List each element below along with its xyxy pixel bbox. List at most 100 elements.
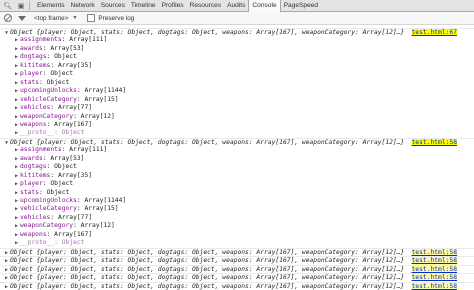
tab-audits[interactable]: Audits xyxy=(224,0,248,12)
property-colon: : xyxy=(38,78,47,86)
property-value: Array[35] xyxy=(57,171,93,179)
property-value: Array[77] xyxy=(57,213,93,221)
object-property: ▶ weapons: Array[167] xyxy=(0,121,474,129)
property-value: Array[35] xyxy=(57,61,93,69)
tab-timeline[interactable]: Timeline xyxy=(128,0,159,12)
source-link[interactable]: test.html:58 xyxy=(411,138,457,147)
console-message[interactable]: ▼ Object {player: Object, stats: Object, … xyxy=(0,28,474,37)
collapsed-triangle-icon[interactable]: ▶ xyxy=(13,146,20,154)
tab-network[interactable]: Network xyxy=(68,0,98,12)
tab-console[interactable]: Console xyxy=(248,0,281,12)
collapsed-triangle-icon[interactable]: ▶ xyxy=(13,231,20,239)
collapsed-triangle-icon[interactable]: ▶ xyxy=(13,104,20,112)
property-value: Object xyxy=(50,180,74,188)
source-link[interactable]: test.html:58 xyxy=(411,257,457,265)
object-property: ▶ dogtags: Object xyxy=(0,53,474,61)
console-drawer-icon[interactable]: ▣ xyxy=(16,1,26,11)
object-property: ▶ player: Object xyxy=(0,180,474,188)
collapsed-triangle-icon[interactable]: ▶ xyxy=(3,257,10,264)
collapsed-triangle-icon[interactable]: ▶ xyxy=(13,180,20,188)
collapsed-triangle-icon[interactable]: ▶ xyxy=(3,249,10,256)
object-property: ▶ dogtags: Object xyxy=(0,163,474,171)
source-link[interactable]: test.html:58 xyxy=(411,282,457,290)
collapsed-triangle-icon[interactable]: ▶ xyxy=(13,36,20,44)
tab-pagespeed[interactable]: PageSpeed xyxy=(281,0,321,12)
tab-sources[interactable]: Sources xyxy=(98,0,128,12)
collapsed-triangle-icon[interactable]: ▶ xyxy=(13,155,20,163)
property-value: Array[12] xyxy=(80,222,115,230)
property-value: Array[12] xyxy=(80,112,115,120)
console-message[interactable]: ▶ Object {player: Object, stats: Object, … xyxy=(0,264,474,273)
property-key: awards xyxy=(20,154,43,162)
source-link[interactable]: test.html:58 xyxy=(411,274,457,282)
preserve-log-checkbox[interactable] xyxy=(87,14,96,22)
collapsed-triangle-icon[interactable]: ▶ xyxy=(13,96,20,104)
property-key: vehicleCategory xyxy=(20,205,77,213)
console-messages: ▼ Object {player: Object, stats: Object, … xyxy=(0,26,474,290)
collapsed-triangle-icon[interactable]: ▶ xyxy=(13,45,20,53)
source-link[interactable]: test.html:67 xyxy=(411,29,457,37)
tab-elements[interactable]: Elements xyxy=(34,0,68,12)
property-value: Array[167] xyxy=(54,230,93,238)
collapsed-triangle-icon[interactable]: ▶ xyxy=(13,53,20,61)
frame-selector[interactable]: <top frame> ▼ xyxy=(34,15,77,22)
collapsed-triangle-icon[interactable]: ▶ xyxy=(13,62,20,70)
toolbar-divider xyxy=(29,1,30,10)
collapsed-triangle-icon[interactable]: ▶ xyxy=(3,283,10,290)
property-key: weapons xyxy=(20,120,47,128)
collapsed-triangle-icon[interactable]: ▶ xyxy=(13,129,20,137)
source-link[interactable]: test.html:58 xyxy=(411,265,457,273)
collapsed-triangle-icon[interactable]: ▶ xyxy=(13,87,20,95)
proto-property: __proto__: Object xyxy=(20,239,85,247)
collapsed-triangle-icon[interactable]: ▶ xyxy=(13,70,20,78)
tab-resources[interactable]: Resources xyxy=(187,0,225,12)
console-message[interactable]: ▶ Object {player: Object, stats: Object, … xyxy=(0,281,474,290)
collapsed-triangle-icon[interactable]: ▶ xyxy=(13,172,20,180)
collapsed-triangle-icon[interactable]: ▶ xyxy=(13,222,20,230)
object-property: ▶ stats: Object xyxy=(0,79,474,87)
expanded-triangle-icon[interactable]: ▼ xyxy=(3,29,10,36)
object-summary: Object {player: Object, stats: Object, d… xyxy=(10,29,405,36)
property-key: kititems xyxy=(20,61,51,69)
collapsed-triangle-icon[interactable]: ▶ xyxy=(13,214,20,222)
property-colon: : xyxy=(46,163,55,171)
chevron-down-icon: ▼ xyxy=(72,15,78,21)
console-message[interactable]: ▶ Object {player: Object, stats: Object, … xyxy=(0,273,474,282)
console-message[interactable]: ▶ Object {player: Object, stats: Object, … xyxy=(0,256,474,265)
collapsed-triangle-icon[interactable]: ▶ xyxy=(13,79,20,87)
object-summary: Object {player: Object, stats: Object, d… xyxy=(10,248,405,256)
collapsed-triangle-icon[interactable]: ▶ xyxy=(13,205,20,213)
property-value: Array[15] xyxy=(84,205,119,213)
object-property: ▶ kititems: Array[35] xyxy=(0,172,474,180)
console-message[interactable]: ▼ Object {player: Object, stats: Object, … xyxy=(0,137,474,147)
object-property: ▶ vehicleCategory: Array[15] xyxy=(0,96,474,104)
collapsed-triangle-icon[interactable]: ▶ xyxy=(3,274,10,281)
property-value: Array[1144] xyxy=(84,87,127,95)
magnifier-icon[interactable]: 🔍︎ xyxy=(3,1,13,11)
property-value: Object xyxy=(46,78,70,86)
collapsed-triangle-icon[interactable]: ▶ xyxy=(13,121,20,129)
property-value: Object xyxy=(46,188,70,196)
collapsed-triangle-icon[interactable]: ▶ xyxy=(13,163,20,171)
collapsed-triangle-icon[interactable]: ▶ xyxy=(13,189,20,197)
expanded-triangle-icon[interactable]: ▼ xyxy=(3,139,10,146)
collapsed-triangle-icon[interactable]: ▶ xyxy=(13,113,20,121)
collapsed-triangle-icon[interactable]: ▶ xyxy=(3,266,10,273)
property-value: Array[77] xyxy=(57,104,93,112)
devtools-toolbar: 🔍︎ ▣ Elements Network Sources Timeline P… xyxy=(0,0,474,12)
object-property: ▶ weaponCategory: Array[12] xyxy=(0,222,474,230)
tab-profiles[interactable]: Profiles xyxy=(159,0,187,12)
property-colon: : xyxy=(50,61,58,69)
filter-icon[interactable] xyxy=(18,15,26,21)
clear-console-icon[interactable] xyxy=(4,14,12,22)
property-key: player xyxy=(20,180,43,188)
object-summary: Object {player: Object, stats: Object, d… xyxy=(10,138,405,146)
collapsed-triangle-icon[interactable]: ▶ xyxy=(13,197,20,205)
console-filter-bar: <top frame> ▼ Preserve log xyxy=(0,12,474,25)
object-property: ▶ __proto__: Object xyxy=(0,239,474,247)
console-message[interactable]: ▶ Object {player: Object, stats: Object, … xyxy=(0,247,474,257)
object-property: ▶ awards: Array[53] xyxy=(0,155,474,163)
source-link[interactable]: test.html:58 xyxy=(411,248,457,257)
property-key: vehicles xyxy=(20,213,51,221)
collapsed-triangle-icon[interactable]: ▶ xyxy=(13,239,20,247)
